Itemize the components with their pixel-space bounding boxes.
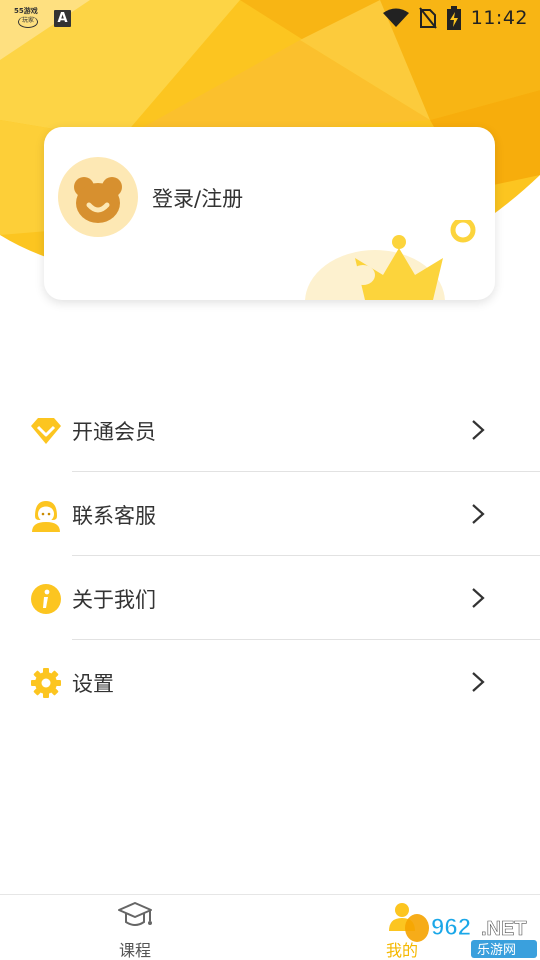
menu-item-label: 关于我们 — [72, 588, 156, 612]
tab-courses[interactable]: 课程 — [95, 901, 175, 960]
chevron-right-icon — [472, 504, 485, 524]
bear-avatar-icon — [74, 177, 122, 223]
menu-item-label: 开通会员 — [72, 420, 156, 444]
no-sim-icon — [418, 7, 437, 29]
menu-item-label: 设置 — [72, 672, 114, 696]
chevron-right-icon — [472, 672, 485, 692]
info-icon — [31, 584, 61, 614]
graduation-cap-icon — [118, 902, 152, 926]
menu-item-about-us[interactable]: 关于我们 — [0, 556, 540, 640]
chevron-right-icon — [472, 588, 485, 608]
menu-item-settings[interactable]: 设置 — [0, 640, 540, 724]
svg-text:.NET: .NET — [481, 918, 527, 940]
watermark-logo: 962 .NET 乐游网 — [403, 908, 540, 960]
gear-icon — [31, 668, 61, 698]
app-notification-icon: 55游戏 玩家 — [14, 6, 40, 30]
watermark-subtitle: 乐游网 — [477, 943, 516, 958]
svg-text:962: 962 — [431, 914, 471, 941]
keyboard-indicator-icon: A — [54, 9, 71, 27]
status-bar: 55游戏 玩家 A 11:42 — [0, 0, 540, 36]
profile-card[interactable]: 登录/注册 — [44, 127, 495, 300]
diamond-icon — [31, 418, 61, 444]
menu-item-vip[interactable]: 开通会员 — [0, 388, 540, 472]
battery-charging-icon — [446, 6, 461, 30]
customer-service-icon — [32, 501, 60, 532]
chevron-right-icon — [472, 420, 485, 440]
clock: 11:42 — [470, 7, 528, 29]
avatar[interactable] — [58, 157, 138, 237]
wifi-icon — [382, 8, 409, 27]
menu-list: 开通会员 联系客服 关于我们 设置 — [0, 388, 540, 724]
crown-decoration-icon — [305, 220, 476, 300]
tab-courses-label: 课程 — [118, 941, 151, 960]
login-register-link[interactable]: 登录/注册 — [152, 183, 243, 213]
menu-item-label: 联系客服 — [72, 504, 156, 528]
menu-item-customer-service[interactable]: 联系客服 — [0, 472, 540, 556]
